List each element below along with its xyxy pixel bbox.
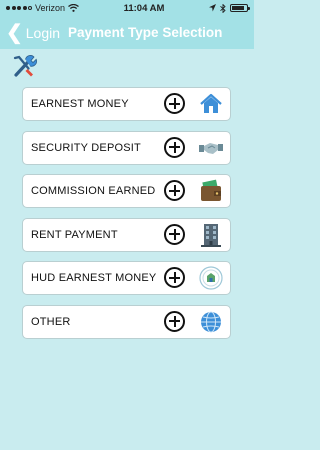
back-button[interactable]: ❮ Login [6, 23, 60, 43]
hud-seal-icon [199, 266, 223, 290]
payment-type-hud-earnest-money[interactable]: HUD EARNEST MONEY [22, 261, 231, 295]
status-time: 11:04 AM [123, 2, 165, 14]
location-arrow-icon [209, 4, 216, 12]
payment-type-rent-payment[interactable]: RENT PAYMENT [22, 217, 231, 252]
payment-type-label: SECURITY DEPOSIT [31, 141, 141, 154]
payment-type-label: OTHER [31, 315, 71, 328]
page-title: Payment Type Selection [68, 25, 223, 40]
bluetooth-icon [220, 3, 226, 13]
handshake-icon [199, 142, 223, 154]
tools-icon [13, 55, 37, 77]
add-icon[interactable] [164, 223, 185, 245]
carrier-name: Verizon [35, 3, 66, 13]
chevron-left-icon: ❮ [6, 21, 23, 44]
payment-type-label: HUD EARNEST MONEY [31, 272, 157, 284]
payment-type-list: EARNEST MONEY SECURITY DEPOSIT COMMISSIO… [22, 87, 231, 348]
payment-type-security-deposit[interactable]: SECURITY DEPOSIT [22, 130, 231, 165]
globe-icon [201, 311, 221, 332]
payment-type-other[interactable]: OTHER [22, 304, 231, 339]
add-icon[interactable] [164, 93, 185, 114]
wallet-icon [201, 179, 221, 201]
payment-type-commission-earned[interactable]: COMMISSION EARNED [22, 174, 231, 208]
status-left: Verizon [6, 3, 79, 13]
navigation-bar: ❮ Login Payment Type Selection [0, 16, 254, 49]
building-icon [201, 223, 221, 247]
add-icon[interactable] [164, 136, 185, 158]
battery-icon [230, 4, 250, 12]
add-icon[interactable] [164, 180, 185, 201]
add-icon[interactable] [164, 310, 185, 332]
status-bar: Verizon 11:04 AM [0, 0, 254, 16]
house-icon [200, 93, 222, 113]
status-right [209, 3, 250, 13]
payment-type-label: EARNEST MONEY [31, 98, 129, 110]
signal-strength-icon [6, 6, 32, 10]
back-button-label: Login [25, 24, 61, 41]
payment-type-label: RENT PAYMENT [31, 228, 118, 241]
wifi-icon [68, 4, 79, 12]
payment-type-label: COMMISSION EARNED [31, 185, 156, 197]
payment-type-earnest-money[interactable]: EARNEST MONEY [22, 87, 231, 121]
add-icon[interactable] [164, 267, 185, 288]
